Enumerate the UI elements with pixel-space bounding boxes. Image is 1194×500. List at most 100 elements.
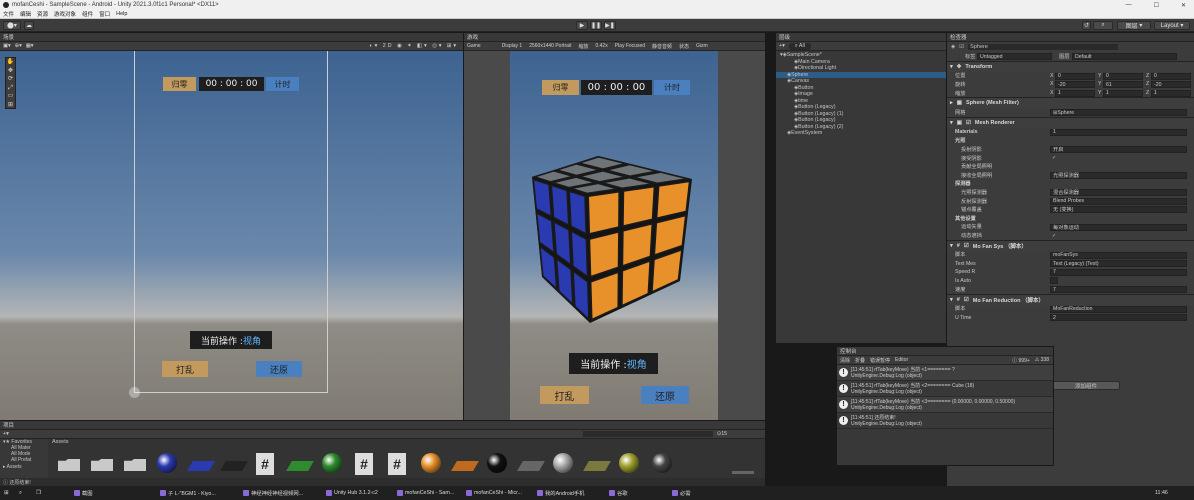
- mesh-filter-header[interactable]: ▸ ▦ Sphere (Mesh Filter): [947, 97, 1194, 109]
- script-asset-icon[interactable]: #: [388, 453, 406, 475]
- grid-snap-icon[interactable]: ▦▾: [26, 43, 34, 49]
- mute-audio-toggle[interactable]: 静音音频: [652, 43, 672, 50]
- menu-item[interactable]: 组件: [82, 10, 93, 18]
- layers-dropdown[interactable]: 图层 ▾: [1117, 21, 1151, 30]
- is-auto-checkbox[interactable]: [1050, 277, 1058, 285]
- tag-dropdown[interactable]: Untagged: [977, 53, 1052, 60]
- play-focused-dropdown[interactable]: Play Focused: [615, 43, 645, 49]
- text-mes-field[interactable]: Text (Legacy) (Text): [1050, 260, 1187, 268]
- favorite-item[interactable]: All Prefat: [3, 457, 48, 463]
- taskbar-app[interactable]: Unity Hub 3.1.2-c2: [326, 488, 378, 498]
- tab-scene[interactable]: 场景: [0, 33, 463, 42]
- receive-gi-field[interactable]: 光照探测器: [1050, 171, 1187, 179]
- transform-position-x-field[interactable]: 0: [1055, 72, 1095, 80]
- log-count[interactable]: ⓘ 999+: [1012, 357, 1030, 364]
- hierarchy-search[interactable]: ⌕ All: [788, 42, 811, 50]
- warning-count[interactable]: ⚠ 338: [1035, 357, 1053, 363]
- maximize-icon[interactable]: ☐: [1154, 2, 1159, 9]
- cloud-icon[interactable]: ☁: [24, 21, 34, 30]
- reflection-probes-field[interactable]: Blend Probes: [1050, 197, 1187, 205]
- collapse-toggle[interactable]: 折叠: [855, 357, 865, 364]
- scene-timer-button[interactable]: 计时: [266, 77, 299, 91]
- material-sphere-icon[interactable]: [652, 453, 672, 473]
- transform-rotation-y-field[interactable]: 61: [1103, 81, 1143, 89]
- taskbar-app[interactable]: 子 L-"BGM1 - Kiyo...: [160, 488, 216, 498]
- layer-dropdown[interactable]: Default: [1072, 53, 1177, 60]
- assets-breadcrumb[interactable]: Assets: [52, 439, 69, 445]
- transform-position-y-field[interactable]: 0: [1103, 72, 1143, 80]
- error-pause-toggle[interactable]: 错误暂停: [870, 357, 890, 364]
- game-shuffle-button[interactable]: 打乱: [540, 386, 589, 404]
- history-icon[interactable]: ↺: [1082, 21, 1091, 30]
- rubiks-cube[interactable]: [530, 151, 700, 326]
- mesh-renderer-checkbox[interactable]: ☑: [966, 120, 971, 126]
- project-search[interactable]: [582, 431, 713, 437]
- game-restore-button[interactable]: 还原: [641, 386, 689, 404]
- tab-console[interactable]: 控制台: [837, 347, 1053, 356]
- taskbar-app[interactable]: 我的Android手机: [537, 488, 584, 498]
- receive-shadows-checkbox[interactable]: ✓: [1050, 155, 1058, 162]
- account-button[interactable]: ⬤▾: [3, 21, 21, 30]
- menu-item[interactable]: 窗口: [99, 10, 110, 18]
- mesh-renderer-header[interactable]: ▾ ▣ ☑ Mesh Renderer: [947, 116, 1194, 128]
- u-time-field[interactable]: 2: [1050, 314, 1187, 322]
- stats-toggle[interactable]: 状态: [679, 43, 689, 50]
- scale-value[interactable]: 0.42x: [595, 43, 607, 49]
- material-sphere-icon[interactable]: [487, 453, 507, 473]
- script-asset-icon[interactable]: #: [256, 453, 274, 475]
- step-button[interactable]: ▶❚: [604, 21, 616, 30]
- icon-size-slider[interactable]: [732, 471, 754, 474]
- mesh-field[interactable]: ⊞ Sphere: [1050, 109, 1187, 117]
- taskbar-app[interactable]: mofanCeShi - Sam...: [397, 488, 454, 498]
- menu-item[interactable]: 资源: [37, 10, 48, 18]
- gizmos-toggle[interactable]: Gizm: [696, 43, 708, 49]
- pause-button[interactable]: ❚❚: [590, 21, 602, 30]
- layout-dropdown[interactable]: Layout ▾: [1154, 21, 1190, 30]
- scene-restore-button[interactable]: 还原: [256, 361, 302, 377]
- object-active-checkbox[interactable]: ☑: [959, 44, 964, 50]
- transform-tools-icon[interactable]: ▣▾: [3, 43, 11, 49]
- add-icon[interactable]: +▾: [3, 431, 9, 437]
- motion-vectors-field[interactable]: 每对象运动: [1050, 223, 1187, 231]
- transform-position-z-field[interactable]: 0: [1151, 72, 1191, 80]
- start-button[interactable]: ⊞: [4, 488, 8, 498]
- taskbar-app[interactable]: 必需: [672, 488, 691, 498]
- game-mode-dropdown[interactable]: Game: [467, 43, 481, 49]
- materials-field[interactable]: 1: [1050, 128, 1187, 136]
- material-sphere-icon[interactable]: [421, 453, 441, 473]
- log-entry[interactable]: ! [11:45:51] rfTab(keyMove) 当前 <1========…: [837, 365, 1053, 381]
- tab-game[interactable]: 游戏: [464, 33, 765, 42]
- scene-tools-palette[interactable]: ✋ ✥ ⟳ ⤢ ▭ ⊞: [5, 57, 16, 109]
- log-entry[interactable]: ! [11:45:51] rfTab(keyMove) 当前 <3========…: [837, 397, 1053, 413]
- mofan-sys-checkbox[interactable]: ☑: [964, 243, 969, 249]
- transform-rotation-x-field[interactable]: -20: [1055, 81, 1095, 89]
- light-probes-field[interactable]: 混合探测器: [1050, 189, 1187, 197]
- search-icon[interactable]: ⌕: [1093, 21, 1113, 30]
- menu-item[interactable]: 编辑: [20, 10, 31, 18]
- transform-scale-z-field[interactable]: 1: [1151, 89, 1191, 97]
- editor-dropdown[interactable]: Editor: [895, 357, 908, 363]
- script-field[interactable]: MoFanReduction: [1050, 305, 1187, 313]
- anchor-override-field[interactable]: 无 (变换): [1050, 206, 1187, 214]
- mofan-sys-header[interactable]: ▾ # ☑ Mo Fan Sys （脚本）: [947, 239, 1194, 251]
- transform-header[interactable]: ▾ ✥ Transform: [947, 60, 1194, 72]
- transform-rotation-z-field[interactable]: -20: [1151, 81, 1191, 89]
- tab-inspector[interactable]: 检查器: [947, 33, 1194, 42]
- hierarchy-item[interactable]: ◈ EventSystem: [776, 130, 946, 137]
- tab-project[interactable]: 项目: [0, 421, 765, 430]
- game-reset-button[interactable]: 归零: [542, 80, 579, 95]
- material-sphere-icon[interactable]: [157, 453, 177, 473]
- game-timer-button[interactable]: 计时: [654, 80, 690, 95]
- resolution-dropdown[interactable]: 2560x1440 Portrait: [529, 43, 571, 49]
- scene-reset-button[interactable]: 归零: [163, 77, 196, 91]
- transform-scale-y-field[interactable]: 1: [1103, 89, 1143, 97]
- material-sphere-icon[interactable]: [619, 453, 639, 473]
- add-icon[interactable]: +▾: [779, 43, 785, 49]
- material-sphere-icon[interactable]: [553, 453, 573, 473]
- transform-scale-x-field[interactable]: 1: [1055, 89, 1095, 97]
- close-icon[interactable]: ✕: [1181, 2, 1186, 9]
- taskbar-app[interactable]: 谷歌: [609, 488, 628, 498]
- display-dropdown[interactable]: Display 1: [502, 43, 523, 49]
- taskbar-app[interactable]: 截图: [74, 488, 93, 498]
- object-name-field[interactable]: Sphere: [968, 44, 1119, 50]
